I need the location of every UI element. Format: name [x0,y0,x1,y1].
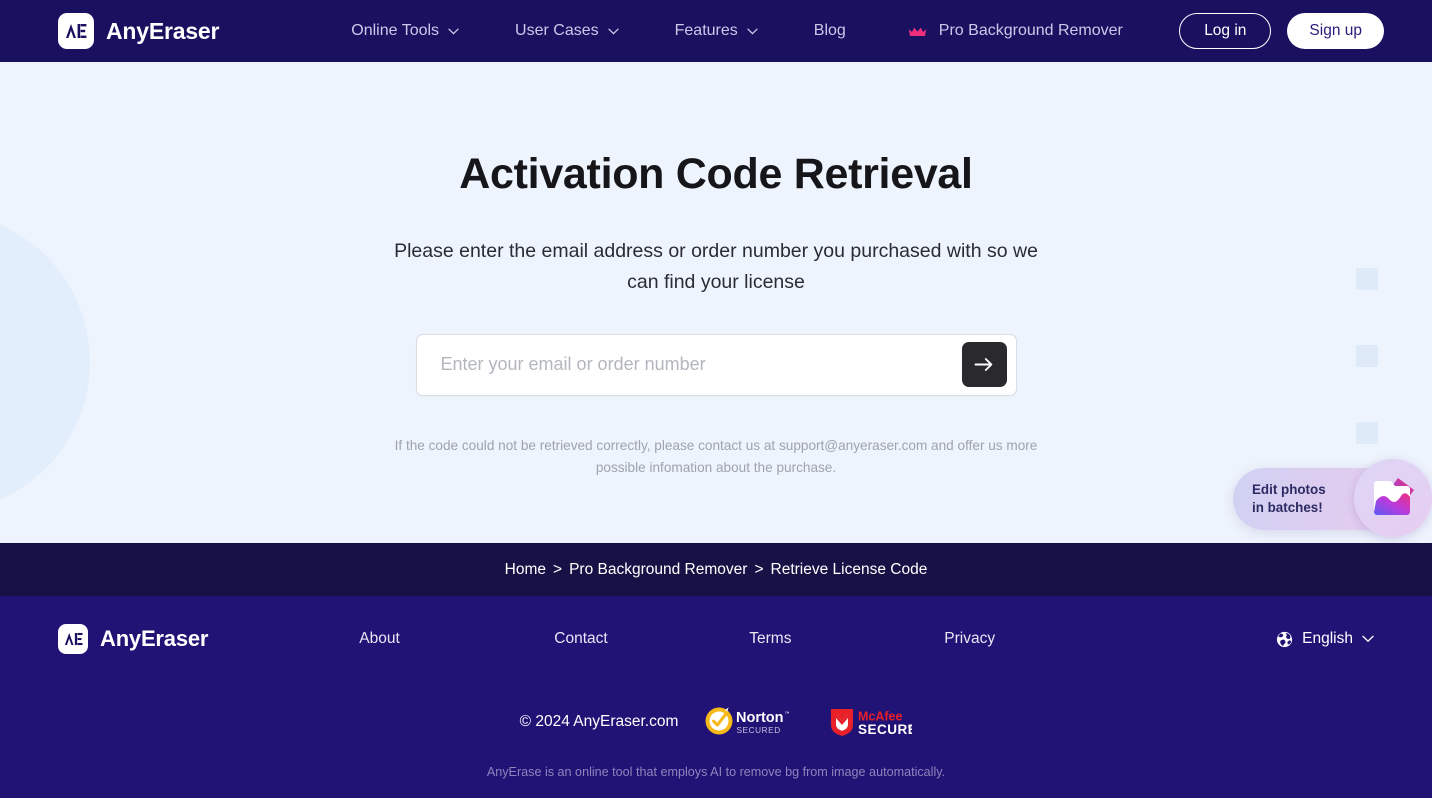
footer-middle-row: © 2024 AnyEraser.com Norton ™ SECURED Mc… [58,706,1374,738]
signup-button[interactable]: Sign up [1287,13,1384,49]
footer-link-terms[interactable]: Terms [749,630,944,648]
footer-brand-logo-link[interactable]: AnyEraser [58,624,208,654]
retrieval-search-box [415,333,1017,396]
photo-stack-icon [1354,459,1432,537]
nav-item-label: Features [674,22,738,39]
page-subtitle: Please enter the email address or order … [394,240,1038,294]
widget-label: Edit photos in batches! [1252,482,1326,515]
nav-item-user-cases[interactable]: User Cases [487,22,647,40]
breadcrumb-item-retrieve-license-code[interactable]: Retrieve License Code [771,561,928,579]
help-note: If the code could not be retrieved corre… [394,437,1038,476]
svg-text:™: ™ [907,725,912,731]
footer-links: About Contact Terms Privacy [359,630,1139,648]
svg-text:Norton: Norton [736,710,784,726]
breadcrumb: Home > Pro Background Remover > Retrieve… [505,561,928,579]
svg-text:™: ™ [785,711,790,717]
site-footer: AnyEraser About Contact Terms Privacy En… [0,596,1432,798]
footer-link-privacy[interactable]: Privacy [944,630,1139,648]
chevron-down-icon [448,28,459,35]
globe-icon [1276,631,1293,648]
breadcrumb-bar: Home > Pro Background Remover > Retrieve… [0,543,1432,596]
chevron-down-icon [607,28,619,35]
nav-item-label: User Cases [515,22,599,39]
ae-logo-icon [58,13,94,49]
page-title: Activation Code Retrieval [459,150,973,198]
svg-text:SECURED: SECURED [737,726,781,735]
nav-item-pro-background-remover[interactable]: Pro Background Remover [874,22,1143,40]
breadcrumb-item-home[interactable]: Home [505,561,546,579]
search-input[interactable] [416,334,962,395]
chevron-down-icon [747,28,758,35]
chevron-down-icon [1362,635,1374,643]
nav-item-label: Online Tools [351,22,440,39]
nav-item-features[interactable]: Features [647,22,786,40]
ae-logo-icon [58,624,88,654]
language-selector[interactable]: English [1276,630,1374,648]
svg-text:SECURE: SECURE [858,722,912,737]
footer-link-contact[interactable]: Contact [554,630,749,648]
copyright-text: © 2024 AnyEraser.com [519,713,679,730]
submit-button[interactable] [961,342,1007,388]
edit-photos-batch-widget[interactable]: Edit photos in batches! [1233,459,1432,537]
nav-item-online-tools[interactable]: Online Tools [323,22,487,40]
hero-content: Activation Code Retrieval Please enter t… [0,62,1432,480]
brand-logo-link[interactable]: AnyEraser [58,13,219,49]
pro-crown-icon [908,26,927,37]
breadcrumb-separator: > [553,560,563,578]
brand-name: AnyEraser [106,17,220,44]
footer-link-about[interactable]: About [359,630,554,648]
footer-tagline: AnyErase is an online tool that employs … [486,765,946,779]
footer-top-row: AnyEraser About Contact Terms Privacy En… [58,596,1374,682]
nav-item-blog[interactable]: Blog [786,22,874,40]
language-label: English [1302,630,1353,647]
login-button[interactable]: Log in [1179,13,1272,49]
nav-actions: Log in Sign up [1179,13,1384,49]
arrow-right-icon [974,357,994,372]
mcafee-secure-badge[interactable]: McAfee SECURE ™ [828,706,912,738]
nav-item-label: Blog [813,22,846,39]
breadcrumb-item-pro-background-remover[interactable]: Pro Background Remover [569,561,747,579]
nav-links: Online Tools User Cases Features Blog Pr… [323,22,1143,40]
breadcrumb-separator: > [754,560,764,578]
nav-item-label: Pro Background Remover [938,22,1123,39]
hero-section: Activation Code Retrieval Please enter t… [0,62,1432,543]
footer-brand-name: AnyEraser [100,626,209,651]
norton-secured-badge[interactable]: Norton ™ SECURED [704,706,802,738]
top-navigation-bar: AnyEraser Online Tools User Cases Featur… [0,0,1432,62]
